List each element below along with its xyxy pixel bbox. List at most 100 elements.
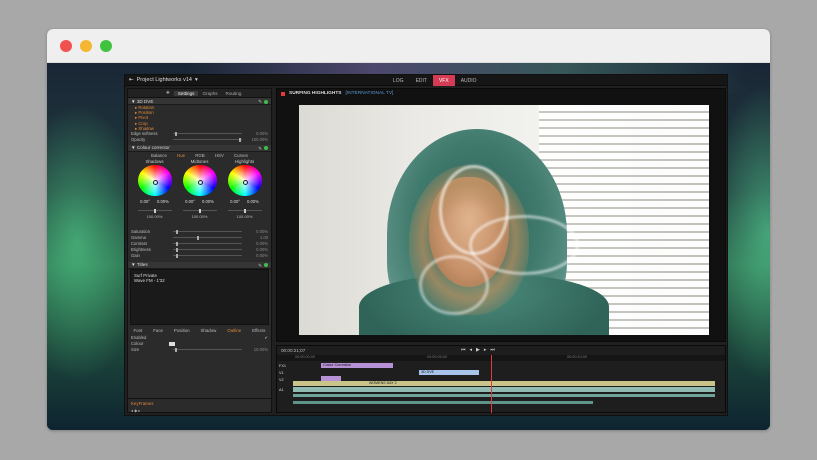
- video-frame[interactable]: [299, 105, 709, 335]
- colour-wheels: Shadows 0.00° 0.00% 100.00% Midtones 0.00…: [128, 159, 271, 219]
- wheel-level: 100.00%: [146, 213, 163, 219]
- param-slider[interactable]: [173, 247, 242, 252]
- tab-curves[interactable]: Curves: [234, 153, 248, 158]
- param-value: 0.00%: [256, 241, 268, 247]
- audio-clip[interactable]: [293, 394, 715, 397]
- param-value: 1.00: [259, 235, 268, 241]
- timeline-clip[interactable]: 3D DVE: [419, 370, 479, 375]
- tab-routing[interactable]: Routing: [222, 91, 246, 96]
- param-slider[interactable]: [173, 347, 242, 352]
- param-slider[interactable]: [173, 131, 242, 136]
- ruler-tick: 00:00:10;00: [567, 355, 588, 359]
- audio-clip[interactable]: [293, 387, 715, 392]
- gain-row[interactable]: Gain 0.00%: [128, 253, 271, 259]
- playhead[interactable]: [491, 355, 492, 413]
- size-row[interactable]: Size 10.00%: [128, 347, 271, 353]
- opacity-row[interactable]: Opacity 100.00%: [128, 137, 271, 143]
- param-label: Saturation: [131, 229, 151, 235]
- param-slider[interactable]: [173, 235, 242, 240]
- colour-wheel[interactable]: [227, 164, 262, 197]
- param-slider[interactable]: [173, 253, 242, 258]
- maximize-window-button[interactable]: [100, 40, 112, 52]
- tab-graphs[interactable]: Graphs: [198, 91, 221, 96]
- param-label: Gain: [131, 253, 140, 259]
- tab-vfx[interactable]: VFX: [432, 75, 455, 86]
- close-window-button[interactable]: [60, 40, 72, 52]
- tab-settings[interactable]: Settings: [173, 90, 199, 96]
- wheel-level-slider[interactable]: [227, 208, 262, 213]
- param-label: Brightness: [131, 247, 151, 253]
- tab-outline[interactable]: Outline: [227, 328, 241, 333]
- frame-overlay: [299, 105, 709, 335]
- section-3d-dve[interactable]: ▼ 3D DVE ✎: [128, 98, 271, 105]
- edit-icon[interactable]: ✎: [258, 146, 262, 152]
- timeline-panel: 00:00:21;07 ⏮ ◂ ▶ ▸ ⏭ 00:00:00;00 00:00:…: [276, 345, 726, 413]
- enabled-dot-icon[interactable]: [264, 146, 268, 151]
- track-label: V1: [279, 371, 284, 375]
- tab-hsv[interactable]: HSV: [215, 153, 224, 158]
- tab-shadow[interactable]: Shadow: [200, 328, 216, 333]
- param-slider[interactable]: [173, 229, 242, 234]
- keyframe-controls[interactable]: ◂ ◆ ▸: [128, 408, 271, 413]
- tab-log[interactable]: LOG: [387, 75, 410, 86]
- audio-clip[interactable]: [293, 401, 593, 404]
- window-titlebar: [47, 29, 770, 63]
- step-back-icon[interactable]: ◂: [470, 347, 473, 353]
- minimize-window-button[interactable]: [80, 40, 92, 52]
- wheel-level-slider[interactable]: [182, 208, 217, 213]
- checkbox-icon[interactable]: ✔: [264, 335, 268, 340]
- tab-face[interactable]: Face: [153, 328, 163, 333]
- editor-app: ⇤ Project Lightworks v14 ▾ LOG EDIT VFX …: [124, 74, 728, 416]
- go-end-icon[interactable]: ⏭: [490, 347, 495, 353]
- tab-position[interactable]: Position: [174, 328, 190, 333]
- enabled-dot-icon[interactable]: [264, 263, 268, 268]
- clip-label: WOMENS DAY 2: [369, 381, 397, 385]
- timeline-ruler[interactable]: 00:00:00;00 00:00:05;00 00:00:10;00: [277, 355, 725, 361]
- tab-edit[interactable]: EDIT: [410, 75, 433, 86]
- timeline-clip[interactable]: Colour Correction: [321, 363, 393, 368]
- section-colour-corrector[interactable]: ▼ Colour corrector ✎: [128, 144, 271, 152]
- tab-font[interactable]: Font: [133, 328, 142, 333]
- viewer-header: SURFING HIGHLIGHTS [INTERNATIONAL TV]: [277, 89, 725, 98]
- ruler-tick: 00:00:05;00: [427, 355, 448, 359]
- edit-icon[interactable]: ✎: [258, 263, 262, 269]
- pin-icon[interactable]: ✚: [128, 90, 174, 96]
- edit-icon[interactable]: ✎: [258, 99, 262, 105]
- param-slider[interactable]: [173, 241, 242, 246]
- param-value: 100.00%: [251, 137, 268, 143]
- track-label: A1: [279, 388, 284, 392]
- browser-window: ⇤ Project Lightworks v14 ▾ LOG EDIT VFX …: [47, 29, 770, 430]
- timecode[interactable]: 00:00:21;07: [281, 348, 305, 353]
- title-text-box[interactable]: Surf Private Wave FM - 1'32: [130, 268, 269, 325]
- param-slider[interactable]: [173, 137, 242, 142]
- colour-wheel[interactable]: [182, 164, 217, 197]
- wheel-level-slider[interactable]: [137, 208, 172, 213]
- colour-wheel[interactable]: [137, 164, 172, 197]
- chevron-down-icon: ▾: [194, 77, 198, 83]
- section-title: Titles: [136, 262, 148, 268]
- param-value: 0.00%: [256, 247, 268, 253]
- tab-rgb[interactable]: RGB: [195, 153, 205, 158]
- colour-swatch[interactable]: [169, 341, 175, 346]
- wheel-amount: 0.00%: [201, 199, 214, 205]
- wheel-level: 100.00%: [236, 213, 253, 219]
- step-forward-icon[interactable]: ▸: [484, 347, 487, 353]
- desktop-background: ⇤ Project Lightworks v14 ▾ LOG EDIT VFX …: [47, 63, 770, 430]
- play-icon[interactable]: ▶: [476, 347, 480, 353]
- tab-effects[interactable]: Effects: [252, 328, 265, 333]
- tab-hue[interactable]: Hue: [177, 153, 185, 158]
- section-titles[interactable]: ▼ Titles ✎: [128, 261, 271, 269]
- project-menu[interactable]: ⇤ Project Lightworks v14 ▾: [129, 77, 198, 83]
- param-label: Size: [131, 347, 140, 353]
- timeline-clip[interactable]: WOMENS DAY 2: [293, 381, 715, 386]
- tab-audio[interactable]: AUDIO: [455, 75, 483, 86]
- tab-balance[interactable]: Balance: [151, 153, 167, 158]
- go-start-icon[interactable]: ⏮: [461, 347, 466, 353]
- enabled-dot-icon[interactable]: [264, 99, 268, 104]
- panel-tabs: ✚ Settings Graphs Routing: [128, 89, 271, 98]
- wheel-midtones: Midtones 0.00° 0.00% 100.00%: [180, 159, 220, 219]
- keyframes-bar: KeyFrames ◂ ◆ ▸: [128, 398, 271, 413]
- ruler-tick: 00:00:00;00: [295, 355, 316, 359]
- param-label: Enabled: [131, 335, 147, 341]
- wheel-shadows: Shadows 0.00° 0.00% 100.00%: [135, 159, 175, 219]
